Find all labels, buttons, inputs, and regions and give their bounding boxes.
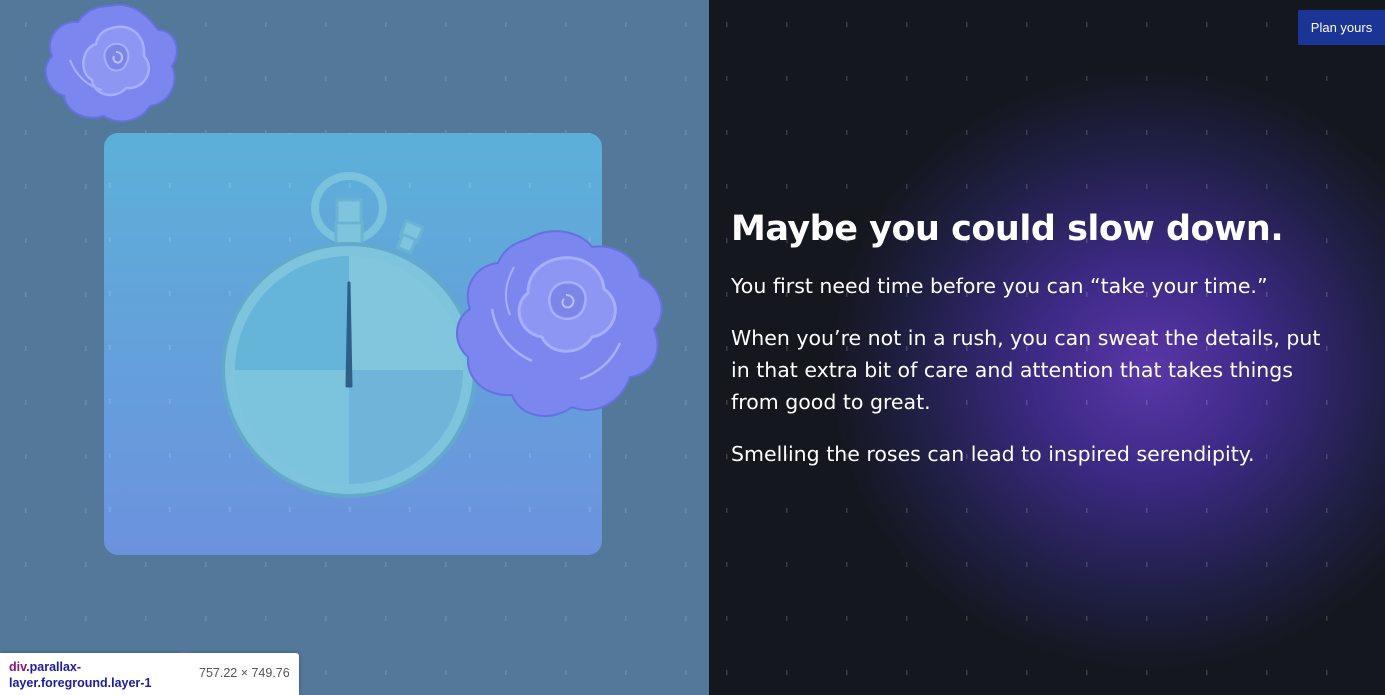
rose-icon xyxy=(455,230,663,418)
details-paragraph: When you’re not in a rush, you can sweat… xyxy=(731,326,1321,414)
tooltip-selector: div.parallax-layer.foreground.layer-1 xyxy=(9,659,194,691)
plan-yours-button[interactable]: Plan yours xyxy=(1298,10,1385,45)
tooltip-dimensions: 757.22 × 749.76 xyxy=(199,666,290,680)
tooltip-tag: div xyxy=(9,660,27,674)
devtools-element-tooltip: div.parallax-layer.foreground.layer-1 75… xyxy=(0,653,299,695)
rose-icon xyxy=(44,3,178,123)
tooltip-classes: .parallax-layer.foreground.layer-1 xyxy=(9,660,152,690)
serendipity-paragraph: Smelling the roses can lead to inspired … xyxy=(731,442,1255,466)
copy-block: Maybe you could slow down. You first nee… xyxy=(731,204,1341,490)
intro-paragraph: You first need time before you can “take… xyxy=(731,274,1268,298)
page: Plan yours Maybe you could slow down. Yo… xyxy=(0,0,1385,695)
page-title: Maybe you could slow down. xyxy=(731,209,1284,249)
